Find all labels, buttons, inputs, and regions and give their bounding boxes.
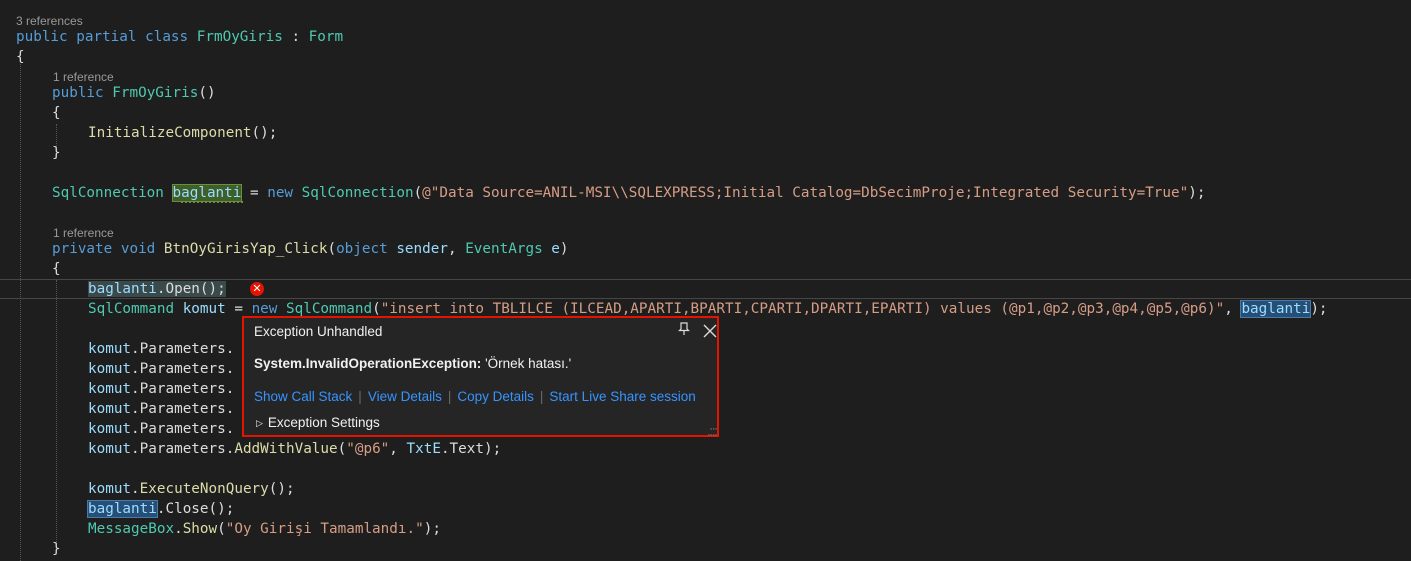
exception-popup: Exception Unhandled System.InvalidOperat… xyxy=(242,316,719,438)
brace: } xyxy=(52,541,61,557)
method-declaration: private void BtnOyGirisYap_Click(object … xyxy=(52,241,569,257)
divider: | xyxy=(358,389,362,404)
code-line: MessageBox.Show("Oy Girişi Tamamlandı.")… xyxy=(88,521,441,537)
code-line: komut.ExecuteNonQuery(); xyxy=(88,481,295,497)
exception-settings-label: Exception Settings xyxy=(267,415,380,430)
codelens-references[interactable]: 3 references xyxy=(16,14,83,28)
brace: { xyxy=(16,49,25,65)
show-call-stack-link[interactable]: Show Call Stack xyxy=(254,389,352,404)
exception-links: Show Call Stack | View Details | Copy Detail… xyxy=(254,389,696,404)
code-line: komut.Parameters. xyxy=(88,401,235,417)
exception-message: System.InvalidOperationException: 'Örnek… xyxy=(254,356,571,371)
live-share-link[interactable]: Start Live Share session xyxy=(549,389,695,404)
view-details-link[interactable]: View Details xyxy=(368,389,442,404)
class-declaration: public partial class FrmOyGiris : Form xyxy=(16,29,344,45)
pin-icon[interactable] xyxy=(678,322,690,339)
indent-guide xyxy=(56,280,57,544)
brace: { xyxy=(52,261,61,277)
brace: { xyxy=(52,105,61,121)
code-line: komut.Parameters. xyxy=(88,361,235,377)
expand-triangle-icon: ▷ xyxy=(256,418,263,428)
code-line: komut.Parameters.AddWithValue("@p6", Txt… xyxy=(88,441,502,457)
code-line: komut.Parameters. xyxy=(88,421,235,437)
copy-details-link[interactable]: Copy Details xyxy=(457,389,534,404)
code-line: komut.Parameters. xyxy=(88,381,235,397)
close-icon[interactable] xyxy=(702,318,718,345)
exception-type: System.InvalidOperationException: xyxy=(254,356,482,371)
code-editor[interactable]: 3 references public partial class FrmOyG… xyxy=(0,0,1411,561)
brace: } xyxy=(52,145,61,161)
codelens-references[interactable]: 1 reference xyxy=(53,226,114,240)
code-line: InitializeComponent(); xyxy=(88,125,278,141)
exception-settings-toggle[interactable]: ▷ Exception Settings xyxy=(256,415,380,430)
code-line: baglanti.Close(); xyxy=(87,500,235,518)
constructor-declaration: public FrmOyGiris() xyxy=(52,85,216,101)
exception-title: Exception Unhandled xyxy=(254,324,383,339)
resize-grip-icon[interactable]: ⠠⠤ ⠤⠤ xyxy=(707,424,718,438)
suggestion-squiggle xyxy=(181,197,243,203)
codelens-references[interactable]: 1 reference xyxy=(53,70,114,84)
error-icon[interactable]: ✕ xyxy=(250,282,264,296)
divider: | xyxy=(539,389,544,404)
code-line-current: baglanti.Open(); xyxy=(88,281,226,297)
indent-guide xyxy=(20,64,21,561)
exception-text: 'Örnek hatası.' xyxy=(481,356,572,371)
code-line: komut.Parameters. xyxy=(88,341,235,357)
divider: | xyxy=(447,389,452,404)
